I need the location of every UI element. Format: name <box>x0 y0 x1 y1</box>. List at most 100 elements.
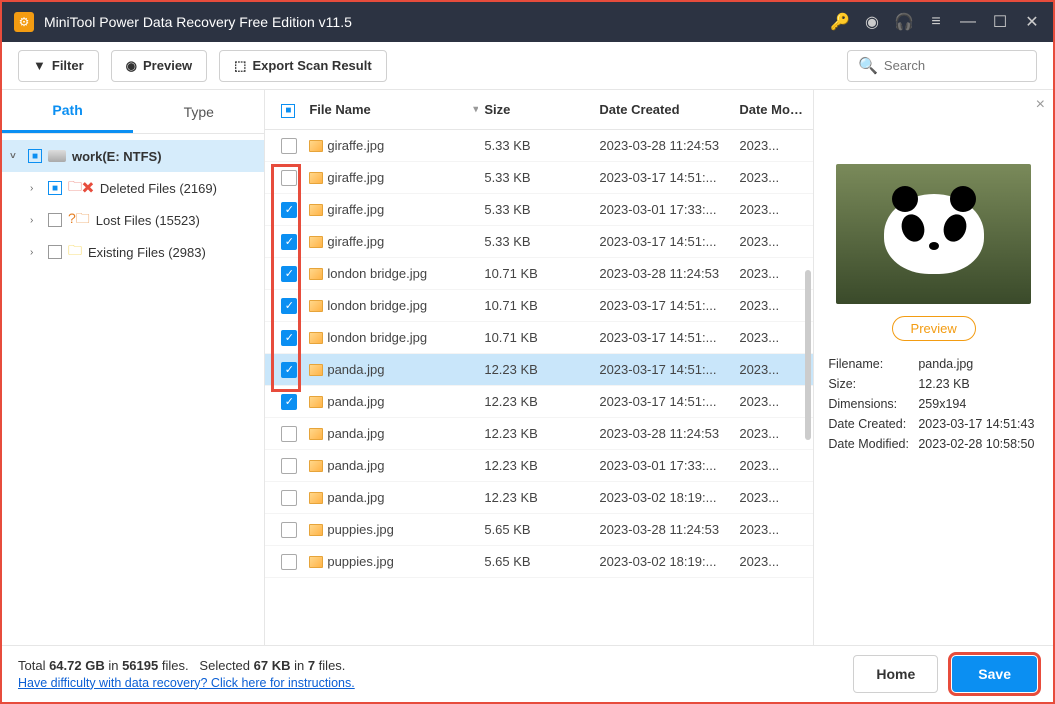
file-size: 5.33 KB <box>478 170 593 185</box>
meta-label: Size: <box>828 377 918 391</box>
app-title: MiniTool Power Data Recovery Free Editio… <box>44 14 831 30</box>
image-icon <box>309 492 323 504</box>
checkbox[interactable]: ✓ <box>281 394 297 410</box>
checkbox[interactable] <box>281 458 297 474</box>
checkbox[interactable]: ✓ <box>281 266 297 282</box>
checkbox[interactable]: ■ <box>28 149 42 163</box>
file-size: 5.33 KB <box>478 202 593 217</box>
file-modified: 2023... <box>733 330 803 345</box>
file-created: 2023-03-17 14:51:... <box>593 170 733 185</box>
disc-icon[interactable]: ◉ <box>863 13 881 31</box>
title-bar: ⚙ MiniTool Power Data Recovery Free Edit… <box>2 2 1053 42</box>
file-size: 5.33 KB <box>478 234 593 249</box>
file-size: 12.23 KB <box>478 426 593 441</box>
tree-item-lost[interactable]: › ?🗀 Lost Files (15523) <box>2 204 264 236</box>
export-button[interactable]: ⬚Export Scan Result <box>219 50 387 82</box>
file-panel: ■ File Name▾ Size Date Created Date Modi… <box>265 90 814 645</box>
tree-item-deleted[interactable]: › ■ 🗀✖ Deleted Files (2169) <box>2 172 264 204</box>
file-row[interactable]: panda.jpg12.23 KB2023-03-28 11:24:532023… <box>265 418 813 450</box>
help-link[interactable]: Have difficulty with data recovery? Clic… <box>18 676 355 690</box>
checkbox[interactable]: ✓ <box>281 298 297 314</box>
checkbox[interactable]: ✓ <box>281 330 297 346</box>
chevron-right-icon[interactable]: › <box>30 215 44 226</box>
preview-open-button[interactable]: Preview <box>892 316 976 341</box>
search-input[interactable] <box>884 58 1026 73</box>
tab-type[interactable]: Type <box>133 90 264 133</box>
meta-label: Date Modified: <box>828 437 918 451</box>
tree-label: Deleted Files (2169) <box>100 181 217 196</box>
file-created: 2023-03-28 11:24:53 <box>593 138 733 153</box>
tree-item-existing[interactable]: › 🗀 Existing Files (2983) <box>2 236 264 268</box>
preview-button[interactable]: ◉Preview <box>111 50 208 82</box>
save-button[interactable]: Save <box>952 656 1037 692</box>
file-row[interactable]: ✓giraffe.jpg5.33 KB2023-03-01 17:33:...2… <box>265 194 813 226</box>
col-created[interactable]: Date Created <box>593 102 733 117</box>
file-modified: 2023... <box>733 490 803 505</box>
maximize-icon[interactable]: ☐ <box>991 13 1009 31</box>
image-icon <box>309 556 323 568</box>
key-icon[interactable]: 🔑 <box>831 13 849 31</box>
file-name: giraffe.jpg <box>327 202 384 217</box>
minimize-icon[interactable]: — <box>959 13 977 31</box>
checkbox[interactable]: ✓ <box>281 362 297 378</box>
image-icon <box>309 300 323 312</box>
file-size: 5.65 KB <box>478 554 593 569</box>
file-name: giraffe.jpg <box>327 234 384 249</box>
search-box[interactable]: 🔍 <box>847 50 1037 82</box>
image-icon <box>309 236 323 248</box>
file-row[interactable]: giraffe.jpg5.33 KB2023-03-17 14:51:...20… <box>265 162 813 194</box>
checkbox-all[interactable]: ■ <box>281 104 295 118</box>
file-name: panda.jpg <box>327 426 384 441</box>
file-modified: 2023... <box>733 522 803 537</box>
file-name: london bridge.jpg <box>327 266 427 281</box>
meta-val: 2023-02-28 10:58:50 <box>918 437 1039 451</box>
col-modified[interactable]: Date Modif <box>733 102 803 117</box>
file-created: 2023-03-17 14:51:... <box>593 394 733 409</box>
file-created: 2023-03-28 11:24:53 <box>593 266 733 281</box>
file-modified: 2023... <box>733 202 803 217</box>
file-row[interactable]: ✓london bridge.jpg10.71 KB2023-03-28 11:… <box>265 258 813 290</box>
file-row[interactable]: ✓london bridge.jpg10.71 KB2023-03-17 14:… <box>265 322 813 354</box>
close-icon[interactable]: ✕ <box>1023 13 1041 31</box>
scrollbar[interactable] <box>805 270 811 440</box>
checkbox[interactable]: ✓ <box>281 202 297 218</box>
file-row[interactable]: giraffe.jpg5.33 KB2023-03-28 11:24:53202… <box>265 130 813 162</box>
tree-label: Lost Files (15523) <box>96 213 200 228</box>
checkbox[interactable]: ■ <box>48 181 62 195</box>
file-row[interactable]: panda.jpg12.23 KB2023-03-02 18:19:...202… <box>265 482 813 514</box>
file-modified: 2023... <box>733 234 803 249</box>
headset-icon[interactable]: 🎧 <box>895 13 913 31</box>
menu-icon[interactable]: ≡ <box>927 13 945 31</box>
chevron-right-icon[interactable]: › <box>30 247 44 258</box>
file-created: 2023-03-01 17:33:... <box>593 458 733 473</box>
file-row[interactable]: ✓panda.jpg12.23 KB2023-03-17 14:51:...20… <box>265 354 813 386</box>
checkbox[interactable] <box>281 138 297 154</box>
tree-root[interactable]: ˅ ■ work(E: NTFS) <box>2 140 264 172</box>
checkbox[interactable] <box>281 522 297 538</box>
col-name[interactable]: File Name▾ <box>303 102 478 117</box>
tab-path[interactable]: Path <box>2 90 133 133</box>
home-button[interactable]: Home <box>853 655 938 693</box>
checkbox[interactable] <box>48 245 62 259</box>
checkbox[interactable] <box>281 170 297 186</box>
checkbox[interactable] <box>48 213 62 227</box>
file-row[interactable]: ✓london bridge.jpg10.71 KB2023-03-17 14:… <box>265 290 813 322</box>
checkbox[interactable] <box>281 490 297 506</box>
col-size[interactable]: Size <box>478 102 593 117</box>
file-header: ■ File Name▾ Size Date Created Date Modi… <box>265 90 813 130</box>
file-row[interactable]: panda.jpg12.23 KB2023-03-01 17:33:...202… <box>265 450 813 482</box>
checkbox[interactable] <box>281 554 297 570</box>
file-row[interactable]: puppies.jpg5.65 KB2023-03-02 18:19:...20… <box>265 546 813 578</box>
chevron-down-icon[interactable]: ˅ <box>10 151 24 162</box>
checkbox[interactable] <box>281 426 297 442</box>
checkbox[interactable]: ✓ <box>281 234 297 250</box>
image-icon <box>309 140 323 152</box>
file-created: 2023-03-17 14:51:... <box>593 298 733 313</box>
file-modified: 2023... <box>733 266 803 281</box>
file-row[interactable]: ✓panda.jpg12.23 KB2023-03-17 14:51:...20… <box>265 386 813 418</box>
close-preview-icon[interactable]: × <box>1036 96 1045 114</box>
file-row[interactable]: ✓giraffe.jpg5.33 KB2023-03-17 14:51:...2… <box>265 226 813 258</box>
chevron-right-icon[interactable]: › <box>30 183 44 194</box>
file-row[interactable]: puppies.jpg5.65 KB2023-03-28 11:24:53202… <box>265 514 813 546</box>
filter-button[interactable]: ▼Filter <box>18 50 99 82</box>
